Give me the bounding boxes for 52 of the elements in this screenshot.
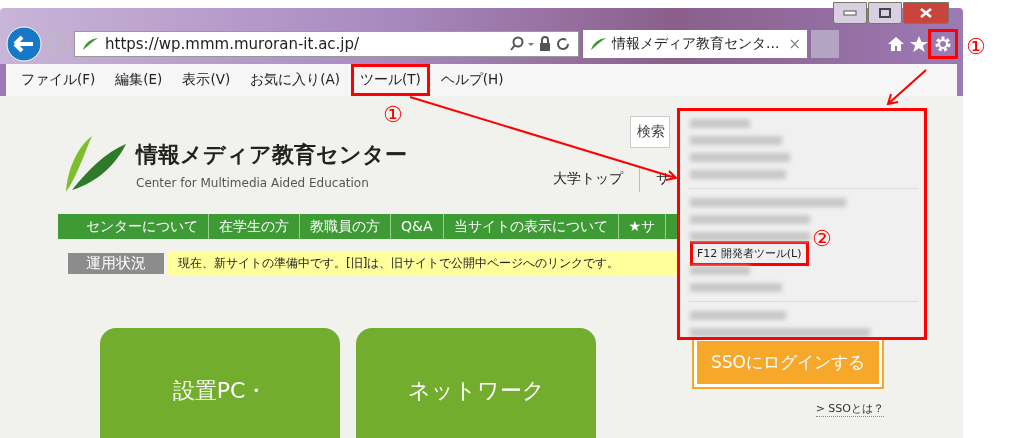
- close-button[interactable]: [903, 2, 949, 24]
- header-link[interactable]: 大学トップ: [553, 170, 623, 188]
- star-icon[interactable]: [909, 35, 929, 53]
- minimize-icon: [843, 10, 857, 16]
- blurred-menu-item[interactable]: [690, 136, 782, 145]
- menu-item[interactable]: ファイル(F): [12, 64, 105, 96]
- blurred-menu-item[interactable]: [690, 232, 810, 241]
- sso-help-link[interactable]: > SSOとは？: [815, 401, 884, 417]
- nav-link[interactable]: 教職員の方: [300, 214, 391, 239]
- url-text: https://wp.mmm.muroran-it.ac.jp/: [105, 35, 361, 53]
- blurred-menu-item[interactable]: [690, 198, 846, 207]
- site-title: 情報メディア教育センター: [136, 141, 407, 169]
- nav-link[interactable]: Q&A: [391, 214, 444, 239]
- menu-item[interactable]: ヘルプ(H): [431, 64, 513, 96]
- step-number: ①: [383, 104, 403, 126]
- step-number: ②: [812, 228, 832, 250]
- nav-link[interactable]: センターについて: [58, 214, 209, 239]
- nav-link[interactable]: ★サ: [618, 214, 667, 239]
- menu-item[interactable]: お気に入り(A): [241, 64, 349, 96]
- blurred-menu-item[interactable]: [690, 266, 750, 275]
- address-tools-icon: [510, 36, 572, 52]
- menu-item[interactable]: F12 開発者ツール(L): [690, 241, 809, 266]
- leaf-icon: [589, 37, 607, 51]
- blurred-menu-item[interactable]: [690, 283, 782, 292]
- blurred-menu-item[interactable]: [690, 311, 786, 320]
- tab-close-button[interactable]: ×: [788, 35, 801, 53]
- new-tab-area[interactable]: [811, 30, 839, 58]
- browser-tab[interactable]: 情報メディア教育センタ... ×: [583, 30, 807, 58]
- site-subtitle: Center for Multimedia Aided Education: [136, 176, 370, 190]
- maximize-button[interactable]: [868, 2, 902, 24]
- blurred-menu-item[interactable]: [690, 119, 750, 128]
- blurred-menu-item[interactable]: [690, 215, 810, 224]
- status-label: 運用状況: [68, 253, 164, 274]
- address-bar[interactable]: https://wp.mmm.muroran-it.ac.jp/: [74, 31, 579, 57]
- nav-link[interactable]: 当サイトの表示について: [443, 214, 619, 239]
- close-icon: [920, 8, 932, 18]
- nav-link[interactable]: 在学生の方: [209, 214, 300, 239]
- home-icon[interactable]: [887, 35, 905, 53]
- step-number: ①: [966, 36, 986, 58]
- blurred-menu-item[interactable]: [690, 328, 870, 337]
- leaf-icon: [81, 37, 99, 51]
- back-button[interactable]: [6, 26, 42, 62]
- blurred-menu-item[interactable]: [690, 170, 786, 179]
- menu-item[interactable]: 編集(E): [106, 64, 172, 96]
- menu-item[interactable]: ツール(T): [350, 64, 430, 96]
- arrow: [886, 69, 927, 106]
- forward-button[interactable]: [46, 32, 70, 56]
- search-field[interactable]: 検索: [630, 116, 670, 148]
- blurred-menu-item[interactable]: [690, 153, 790, 162]
- menu-item[interactable]: 表示(V): [173, 64, 240, 96]
- maximize-icon: [879, 8, 891, 18]
- minimize-button[interactable]: [833, 2, 867, 24]
